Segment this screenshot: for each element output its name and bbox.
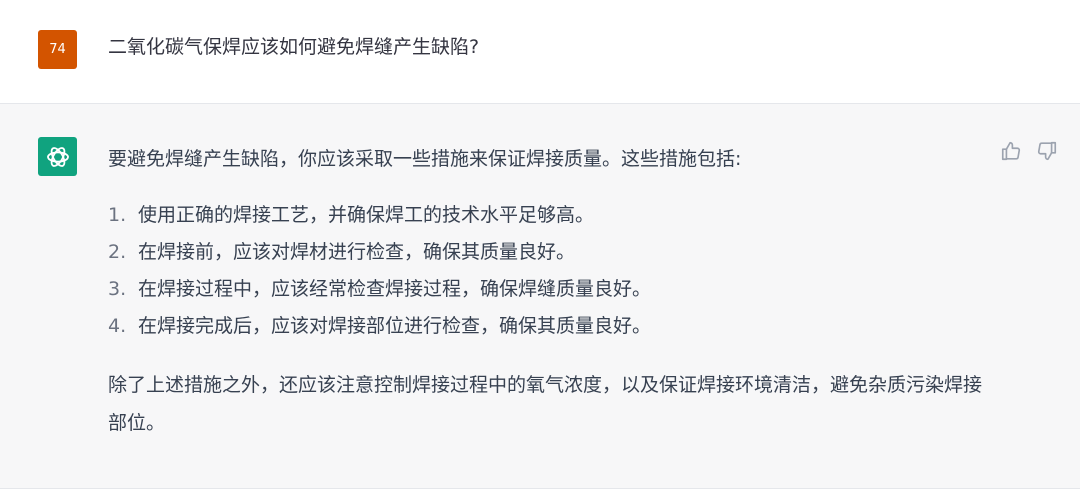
list-item-text: 在焊接前，应该对焊材进行检查，确保其质量良好。 [138,240,576,263]
thumbs-down-icon[interactable] [1036,140,1058,162]
assistant-avatar [38,137,77,176]
list-item-number: 3. [108,277,127,300]
measures-list: 1. 使用正确的焊接工艺，并确保焊工的技术水平足够高。 2. 在焊接前，应该对焊… [108,196,988,344]
list-item-number: 4. [108,314,127,337]
list-item-number: 2. [108,240,127,263]
list-item: 2. 在焊接前，应该对焊材进行检查，确保其质量良好。 [108,233,988,270]
assistant-closing: 除了上述措施之外，还应该注意控制焊接过程中的氧气浓度，以及保证焊接环境清洁，避免… [108,374,983,434]
list-item-number: 1. [108,203,127,226]
user-avatar: 74 [38,30,77,69]
user-message-row: 74 二氧化碳气保焊应该如何避免焊缝产生缺陷? [0,0,1080,104]
list-item: 3. 在焊接过程中，应该经常检查焊接过程，确保焊缝质量良好。 [108,270,988,307]
list-item-text: 在焊接过程中，应该经常检查焊接过程，确保焊缝质量良好。 [138,277,652,300]
list-item: 4. 在焊接完成后，应该对焊接部位进行检查，确保其质量良好。 [108,307,988,344]
assistant-message-row: 要避免焊缝产生缺陷，你应该采取一些措施来保证焊接质量。这些措施包括: 1. 使用… [0,104,1080,489]
feedback-buttons [1000,140,1058,162]
assistant-message-content: 要避免焊缝产生缺陷，你应该采取一些措施来保证焊接质量。这些措施包括: 1. 使用… [108,144,988,442]
list-item: 1. 使用正确的焊接工艺，并确保焊工的技术水平足够高。 [108,196,988,233]
user-message-text: 二氧化碳气保焊应该如何避免焊缝产生缺陷? [108,36,480,58]
thumbs-up-icon[interactable] [1000,140,1022,162]
list-item-text: 使用正确的焊接工艺，并确保焊工的技术水平足够高。 [138,203,595,226]
list-item-text: 在焊接完成后，应该对焊接部位进行检查，确保其质量良好。 [138,314,652,337]
assistant-intro: 要避免焊缝产生缺陷，你应该采取一些措施来保证焊接质量。这些措施包括: [108,148,742,170]
openai-logo-icon [45,144,71,170]
user-avatar-text: 74 [49,42,66,57]
